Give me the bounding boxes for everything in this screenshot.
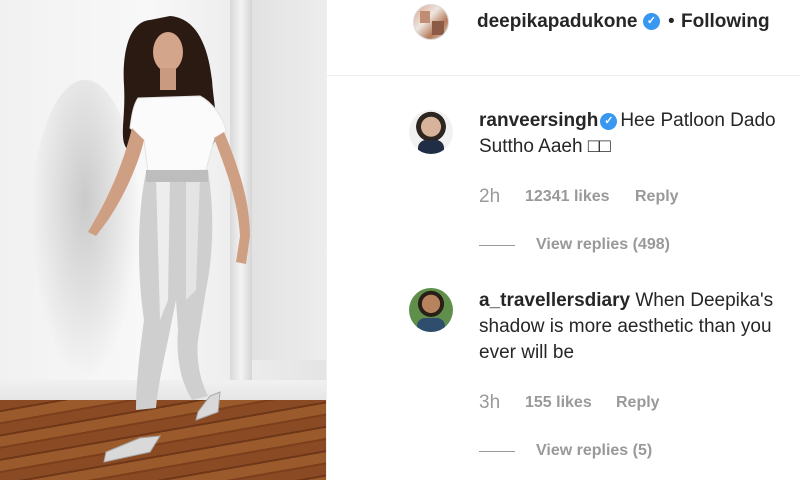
comment-body: a_travellersdiary When Deepika's shadow …	[479, 288, 779, 366]
comment-timestamp[interactable]: 2h	[479, 186, 500, 208]
comment-body: ranveersingh ✓ Hee Patloon Dado Suttho Aae…	[479, 108, 779, 160]
view-replies-label[interactable]: View replies (5)	[536, 442, 652, 460]
commenter-avatar[interactable]	[409, 110, 453, 154]
reply-button[interactable]: Reply	[616, 394, 660, 412]
verified-badge-icon: ✓	[600, 113, 618, 130]
comment-item: ranveersingh ✓ Hee Patloon Dado Suttho Aae…	[327, 104, 800, 264]
post-photo[interactable]	[0, 0, 326, 480]
view-replies-label[interactable]: View replies (498)	[536, 236, 670, 254]
comment-timestamp[interactable]: 3h	[479, 392, 500, 414]
post-author-username[interactable]: deepikapadukone	[477, 11, 638, 33]
commenter-username[interactable]: ranveersingh	[479, 110, 598, 131]
commenter-username[interactable]: a_travellersdiary	[479, 290, 630, 311]
comment-item: a_travellersdiary When Deepika's shadow …	[327, 284, 800, 474]
post-header: deepikapadukone ✓ • Following	[327, 0, 800, 76]
header-separator: •	[668, 11, 675, 32]
comment-likes[interactable]: 12341 likes	[525, 188, 610, 206]
comments-panel: deepikapadukone ✓ • Following ranveersin…	[326, 0, 800, 480]
verified-badge-icon: ✓	[643, 13, 660, 30]
view-replies-divider	[479, 451, 515, 452]
reply-button[interactable]: Reply	[635, 188, 679, 206]
view-replies-divider	[479, 245, 515, 246]
commenter-avatar[interactable]	[409, 288, 453, 332]
photo-figure	[88, 16, 250, 463]
post-author-avatar[interactable]	[413, 4, 449, 40]
comment-likes[interactable]: 155 likes	[525, 394, 592, 412]
following-button[interactable]: Following	[681, 11, 770, 33]
